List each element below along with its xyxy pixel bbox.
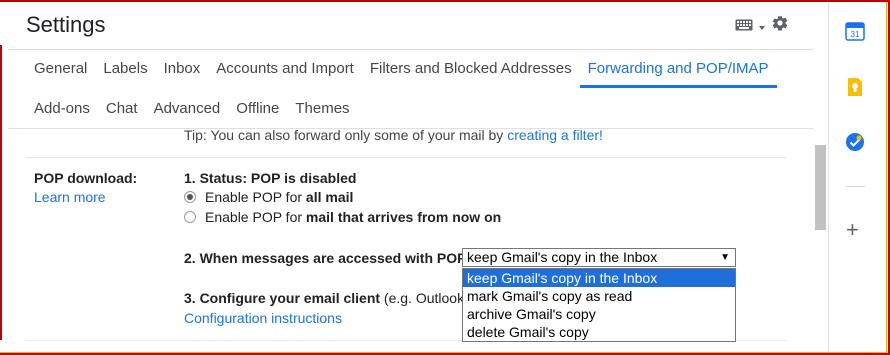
option-label-prefix: Enable POP for bbox=[205, 189, 303, 205]
settings-tabs-row-1: General Labels Inbox Accounts and Import… bbox=[26, 50, 777, 88]
plus-icon[interactable]: + bbox=[846, 219, 859, 241]
configure-client-label: 3. Configure your email client (e.g. Out… bbox=[184, 290, 464, 306]
radio-enable-pop-all-mail[interactable] bbox=[184, 191, 196, 203]
calendar-icon[interactable]: 31 bbox=[845, 21, 865, 41]
enable-pop-from-now-on-option[interactable]: Enable POP for mail that arrives from no… bbox=[184, 209, 501, 225]
forwarding-tip: Tip: You can also forward only some of y… bbox=[184, 127, 603, 143]
tab-offline[interactable]: Offline bbox=[228, 90, 287, 128]
pop-status: 1. Status: POP is disabled bbox=[184, 170, 357, 186]
tab-inbox[interactable]: Inbox bbox=[156, 50, 209, 88]
option-label-bold: mail that arrives from now on bbox=[305, 209, 502, 225]
tab-general[interactable]: General bbox=[26, 50, 95, 88]
dropdown-option-delete[interactable]: delete Gmail's copy bbox=[463, 323, 735, 341]
radio-enable-pop-from-now-on[interactable] bbox=[184, 211, 196, 223]
pop-access-label: 2. When messages are accessed with POP bbox=[184, 250, 467, 266]
keep-icon[interactable] bbox=[845, 77, 865, 97]
tab-chat[interactable]: Chat bbox=[98, 90, 146, 128]
enable-pop-all-mail-option[interactable]: Enable POP for all mail bbox=[184, 189, 353, 205]
dropdown-option-keep-in-inbox[interactable]: keep Gmail's copy in the Inbox bbox=[463, 269, 735, 287]
configuration-instructions-link[interactable]: Configuration instructions bbox=[184, 310, 342, 326]
keyboard-icon[interactable] bbox=[735, 19, 753, 31]
chevron-down-icon[interactable] bbox=[759, 17, 765, 30]
section-divider bbox=[26, 157, 786, 158]
tab-accounts-and-import[interactable]: Accounts and Import bbox=[208, 50, 362, 88]
tab-filters-and-blocked-addresses[interactable]: Filters and Blocked Addresses bbox=[362, 50, 580, 88]
frame-left-edge bbox=[0, 45, 2, 340]
step3-bold: 3. Configure your email client bbox=[184, 290, 381, 306]
side-panel: 31 + bbox=[829, 0, 887, 355]
gear-icon[interactable] bbox=[771, 14, 789, 32]
dropdown-option-mark-as-read[interactable]: mark Gmail's copy as read bbox=[463, 287, 735, 305]
step3-rest: (e.g. Outlook bbox=[380, 290, 465, 306]
dropdown-option-archive[interactable]: archive Gmail's copy bbox=[463, 305, 735, 323]
pop-action-select[interactable]: keep Gmail's copy in the Inbox ▼ bbox=[462, 248, 736, 267]
page-title: Settings bbox=[26, 12, 106, 37]
tab-forwarding-and-pop-imap[interactable]: Forwarding and POP/IMAP bbox=[579, 50, 777, 88]
tab-themes[interactable]: Themes bbox=[287, 90, 357, 128]
pop-download-label: POP download: bbox=[34, 170, 138, 186]
pop-action-dropdown: keep Gmail's copy in the Inbox mark Gmai… bbox=[462, 268, 736, 342]
option-label-prefix: Enable POP for bbox=[205, 209, 303, 225]
side-separator bbox=[845, 186, 865, 187]
tasks-icon[interactable] bbox=[845, 132, 865, 152]
top-icons bbox=[735, 14, 789, 32]
settings-tabs-row-2: Add-ons Chat Advanced Offline Themes bbox=[26, 90, 358, 128]
option-label-bold: all mail bbox=[305, 189, 354, 205]
tab-labels[interactable]: Labels bbox=[95, 50, 155, 88]
tab-advanced[interactable]: Advanced bbox=[146, 90, 229, 128]
scrollbar-thumb[interactable] bbox=[815, 145, 826, 230]
tab-add-ons[interactable]: Add-ons bbox=[26, 90, 98, 128]
select-value: keep Gmail's copy in the Inbox bbox=[467, 249, 658, 265]
settings-main: Settings General Labels Inbox Accounts a… bbox=[0, 0, 828, 355]
learn-more-link[interactable]: Learn more bbox=[34, 189, 106, 205]
tip-text: Tip: You can also forward only some of y… bbox=[184, 127, 508, 143]
dropdown-arrow-icon: ▼ bbox=[720, 252, 730, 263]
creating-filter-link[interactable]: creating a filter! bbox=[507, 127, 603, 143]
calendar-day-text: 31 bbox=[851, 30, 860, 39]
